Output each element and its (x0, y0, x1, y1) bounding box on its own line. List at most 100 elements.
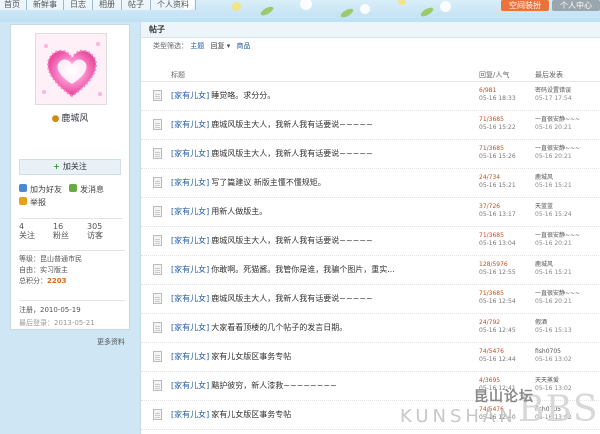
avatar[interactable] (35, 33, 107, 105)
send-message-button[interactable]: 发消息 (69, 182, 104, 195)
post-category[interactable]: [家有儿女] (171, 410, 209, 419)
post-category[interactable]: [家有儿女] (171, 149, 209, 158)
last-post-user[interactable]: 一直很安静~~~ (535, 145, 580, 153)
flower-decoration (300, 0, 312, 10)
table-row[interactable]: [家有儿女] 鹿城风版主大人，我新人我有话要说~~~~~ 71/3685 05-16 … (141, 111, 600, 140)
post-category[interactable]: [家有儿女] (171, 323, 209, 332)
flower-decoration (440, 1, 451, 12)
post-category[interactable]: [家有儿女] (171, 352, 209, 361)
last-post: 天天蒸爱 05-16 13:02 (535, 377, 572, 393)
filter-product[interactable]: 商品 (236, 42, 250, 50)
last-post: fish0705 05-16 13:02 (535, 348, 572, 364)
last-post-user[interactable]: 假酒 (535, 319, 572, 327)
decorate-button[interactable]: 空间装扮 (501, 0, 549, 11)
table-row[interactable]: [家有儿女] 黯护彼穷，新人漆救~~~~~~~~ 4/3695 05-16 12:41… (141, 372, 600, 401)
nav-feed[interactable]: 新鲜事 (27, 0, 64, 10)
table-row[interactable]: [家有儿女] 鹿城风版主大人，我新人我有话要说~~~~~ 71/3685 05-16 … (141, 285, 600, 314)
table-row[interactable]: [家有儿女] 睡觉咯。求分分。 6/981 05-16 18:33 密码设置错误 05-1… (141, 82, 600, 111)
user-center-button[interactable]: 个人中心 (552, 0, 600, 11)
post-title-text[interactable]: 大家看看顶楼的几个帖子的发言日期。 (211, 323, 347, 332)
nav-home[interactable]: 首页 (0, 0, 27, 10)
last-post-user[interactable]: 天天蒸爱 (535, 377, 572, 385)
stat-visitors[interactable]: 305 访客 (87, 222, 121, 240)
post-category[interactable]: [家有儿女] (171, 265, 209, 274)
post-title[interactable]: [家有儿女] 大家看看顶楼的几个帖子的发言日期。 (171, 322, 471, 333)
follow-button[interactable]: + 加关注 (19, 159, 121, 175)
reply-views: 74/5476 (479, 348, 504, 355)
nav-posts[interactable]: 帖子 (122, 0, 151, 10)
post-title-text[interactable]: 家有儿女版区事务专帖 (211, 410, 291, 419)
post-title[interactable]: [家有儿女] 睡觉咯。求分分。 (171, 90, 471, 101)
post-title[interactable]: [家有儿女] 家有儿女版区事务专帖 (171, 351, 471, 362)
post-title[interactable]: [家有儿女] 鹿城风版主大人，我新人我有话要说~~~~~ (171, 148, 471, 159)
last-post-user[interactable]: fish0705 (535, 348, 572, 356)
document-icon (153, 409, 162, 420)
table-row[interactable]: [家有儿女] 鹿城风版主大人，我新人我有话要说~~~~~ 71/3685 05-16 … (141, 140, 600, 169)
post-title-text[interactable]: 睡觉咯。求分分。 (211, 91, 275, 100)
table-row[interactable]: [家有儿女] 大家看看顶楼的几个帖子的发言日期。 24/792 05-16 12:45… (141, 314, 600, 343)
last-post-user[interactable]: 天蓝蓝 (535, 203, 572, 211)
post-title-text[interactable]: 写了篇建议 新版主懂不懂规矩。 (211, 178, 326, 187)
last-post-time: 05-16 20:21 (535, 124, 572, 131)
document-icon (153, 206, 162, 217)
last-post-user[interactable]: 鹿城风 (535, 261, 572, 269)
report-button[interactable]: 举报 (19, 195, 46, 208)
post-title-text[interactable]: 鹿城风版主大人，我新人我有话要说~~~~~ (211, 294, 373, 303)
post-title-text[interactable]: 家有儿女版区事务专帖 (211, 352, 291, 361)
last-post-user[interactable]: 一直很安静~~~ (535, 232, 580, 240)
post-title-text[interactable]: 黯护彼穷，新人漆救~~~~~~~~ (211, 381, 337, 390)
post-category[interactable]: [家有儿女] (171, 294, 209, 303)
post-category[interactable]: [家有儿女] (171, 236, 209, 245)
nav-album[interactable]: 相册 (93, 0, 122, 10)
last-post-time: 05-16 20:21 (535, 240, 572, 247)
last-post-user[interactable]: 密码设置错误 (535, 87, 572, 95)
last-post-user[interactable]: 鹿城风 (535, 174, 572, 182)
post-title-text[interactable]: 鹿城风版主大人，我新人我有话要说~~~~~ (211, 149, 373, 158)
post-category[interactable]: [家有儿女] (171, 207, 209, 216)
filter-reply: 回复 (210, 42, 225, 50)
table-row[interactable]: [家有儿女] 鹿城风版主大人，我新人我有话要说~~~~~ 71/3685 05-16 … (141, 227, 600, 256)
post-category[interactable]: [家有儿女] (171, 91, 209, 100)
post-title[interactable]: [家有儿女] 你敢啊。死猫酱。我管你是谁，我骗个图片，重实... (171, 264, 471, 275)
post-title-text[interactable]: 用新人做版主。 (211, 207, 267, 216)
table-row[interactable]: [家有儿女] 家有儿女版区事务专帖 74/5476 05-16 12:44 fish07… (141, 343, 600, 372)
post-title-text[interactable]: 你敢啊。死猫酱。我管你是谁，我骗个图片，重实... (211, 265, 395, 274)
post-category[interactable]: [家有儿女] (171, 381, 209, 390)
post-title[interactable]: [家有儿女] 用新人做版主。 (171, 206, 471, 217)
table-row[interactable]: [家有儿女] 写了篇建议 新版主懂不懂规矩。 24/734 05-16 15:21 鹿城… (141, 169, 600, 198)
post-title[interactable]: [家有儿女] 写了篇建议 新版主懂不懂规矩。 (171, 177, 471, 188)
last-post-user[interactable]: fish0705 (535, 406, 572, 414)
post-title-text[interactable]: 鹿城风版主大人，我新人我有话要说~~~~~ (211, 236, 373, 245)
stat-following[interactable]: 4 关注 (19, 222, 53, 240)
post-title[interactable]: [家有儿女] 黯护彼穷，新人漆救~~~~~~~~ (171, 380, 471, 391)
post-stats: 74/5476 05-16 12:40 (479, 406, 516, 422)
more-profile-link[interactable]: 更多资料 (97, 337, 125, 347)
post-category[interactable]: [家有儿女] (171, 178, 209, 187)
table-row[interactable]: [家有儿女] 用新人做版主。 37/726 05-16 13:17 天蓝蓝 05-16 1… (141, 198, 600, 227)
header-stats: 回复/人气 (479, 71, 510, 79)
posts-tab[interactable]: 帖子 (141, 22, 600, 38)
post-category[interactable]: [家有儿女] (171, 120, 209, 129)
add-friend-button[interactable]: 加为好友 (19, 182, 69, 195)
table-row[interactable]: [家有儿女] 家有儿女版区事务专帖 74/5476 05-16 12:40 fish07… (141, 401, 600, 430)
username: ● 鹿城风 (11, 111, 129, 124)
last-post-user[interactable]: 一直很安静~~~ (535, 290, 580, 298)
table-row[interactable]: [家有儿女] 你敢啊。死猫酱。我管你是谁，我骗个图片，重实... 128/5976 0… (141, 256, 600, 285)
post-title[interactable]: [家有儿女] 鹿城风版主大人，我新人我有话要说~~~~~ (171, 293, 471, 304)
nav-blog[interactable]: 日志 (64, 0, 93, 10)
last-post: 天蓝蓝 05-16 15:24 (535, 203, 572, 219)
post-title[interactable]: [家有儿女] 鹿城风版主大人，我新人我有话要说~~~~~ (171, 119, 471, 130)
document-icon (153, 293, 162, 304)
filter-reply-dropdown[interactable]: 回复 ▾ (210, 42, 230, 50)
post-date: 05-16 13:04 (479, 240, 516, 247)
document-icon (153, 322, 162, 333)
post-title[interactable]: [家有儿女] 家有儿女版区事务专帖 (171, 409, 471, 420)
reply-views: 71/3685 (479, 290, 504, 297)
post-title-text[interactable]: 鹿城风版主大人，我新人我有话要说~~~~~ (211, 120, 373, 129)
stat-fans[interactable]: 16 粉丝 (53, 222, 87, 240)
last-post-user[interactable]: 一直很安静~~~ (535, 116, 580, 124)
filter-topic[interactable]: 主题 (190, 42, 204, 50)
post-title[interactable]: [家有儿女] 鹿城风版主大人，我新人我有话要说~~~~~ (171, 235, 471, 246)
header-last: 最后发表 (535, 71, 563, 79)
nav-profile[interactable]: 个人资料 (151, 0, 196, 10)
